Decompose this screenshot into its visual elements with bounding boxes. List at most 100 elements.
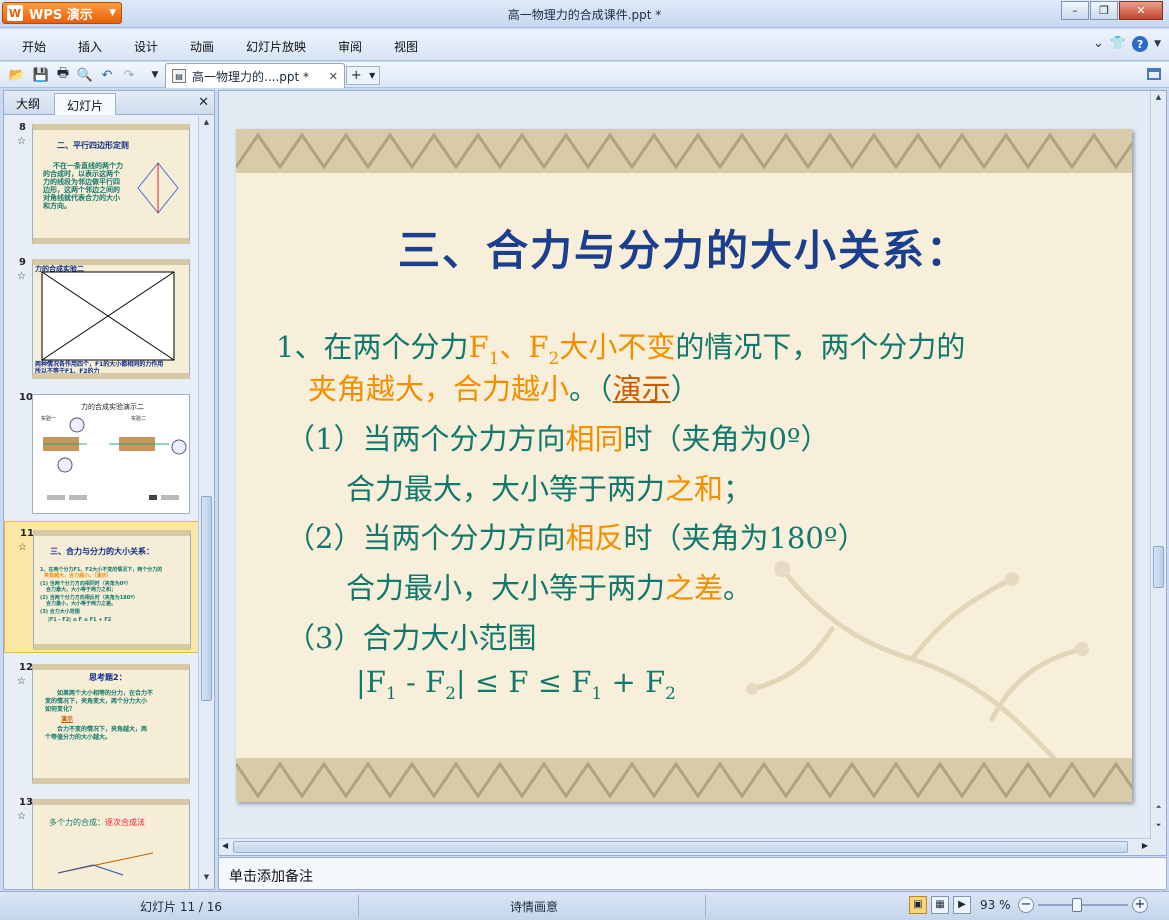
restore-button[interactable]: ❐ <box>1090 1 1118 20</box>
normal-view-icon[interactable]: ▣ <box>909 896 927 914</box>
slide-thumbnail-9[interactable]: 9 ☆ 力的合成实验二 两种情况各作用四个，F1的大小都相同的力作用 所以不等于… <box>4 251 199 383</box>
range-formula[interactable]: |F1 - F2| ≤ F ≤ F1 + F2 <box>356 665 676 704</box>
thumb-title: 二、平行四边形定则 <box>57 141 129 150</box>
scroll-left-icon[interactable]: ◀ <box>222 841 228 850</box>
demo-hyperlink[interactable]: 演示 <box>613 372 671 406</box>
thumb-link: 演示 <box>61 716 74 723</box>
help-icon[interactable]: ? <box>1132 36 1149 52</box>
title-bar: W WPS 演示 ▼ 高一物理力的合成课件.ppt * – ❐ ✕ <box>0 0 1169 28</box>
slide-editing-area: 三、合力与分力的大小关系： 1、在两个分力F1、F2大小不变的情况下，两个分力的… <box>218 90 1167 856</box>
chevron-down-icon[interactable]: ▼ <box>1154 39 1161 52</box>
thumb-title: 三、合力与分力的大小关系： <box>50 547 154 556</box>
case-1-line[interactable]: （1）当两个分力方向相同时（夹角为0º） <box>286 416 830 458</box>
thumb-text: 夹角越大，合力越小。（演示） <box>44 573 112 579</box>
menu-view[interactable]: 视图 <box>394 38 418 55</box>
next-slide-icon[interactable]: ⏷ <box>1151 821 1166 835</box>
menu-start[interactable]: 开始 <box>22 38 46 55</box>
slide-number: 9 <box>19 257 26 268</box>
notes-pane[interactable]: 单击添加备注 <box>218 857 1167 890</box>
slide-thumbnail-8[interactable]: 8 ☆ 二、平行四边形定则 不在一条直线的两个力 的合成时，以表示这两个 力的线… <box>4 116 199 248</box>
scroll-down-icon[interactable]: ▼ <box>199 873 214 887</box>
menu-design[interactable]: 设计 <box>134 38 158 55</box>
point-1-line-2[interactable]: 夹角越大，合力越小。（演示） <box>308 366 700 408</box>
scrollbar-thumb[interactable] <box>201 496 212 701</box>
thumb-text: |F1 - F2| ≤ F ≤ F1 + F2 <box>48 617 112 623</box>
skin-shirt-icon[interactable]: 👕 <box>1110 36 1126 52</box>
scrollbar-thumb[interactable] <box>233 841 1128 853</box>
close-button[interactable]: ✕ <box>1119 1 1163 20</box>
missing-image-placeholder <box>41 271 175 361</box>
undo-icon[interactable]: ↶ <box>98 66 116 84</box>
thumb-text: 力的线段为邻边做平行四 <box>43 178 120 186</box>
slide-thumbnail-10[interactable]: 10 力的合成实验演示二 实验一 实验二 <box>4 386 199 518</box>
previous-slide-icon[interactable]: ⏶ <box>1151 803 1166 817</box>
point-1-line-1[interactable]: 1、在两个分力F1、F2大小不变的情况下，两个分力的 <box>276 324 965 369</box>
menu-animation[interactable]: 动画 <box>190 38 214 55</box>
thumb-text: 和方向。 <box>43 202 71 210</box>
thumb-text: 不在一条直线的两个力 <box>53 162 123 170</box>
print-preview-icon[interactable]: 🔍 <box>76 66 94 84</box>
redo-icon[interactable]: ↷ <box>120 66 138 84</box>
tab-outline[interactable]: 大纲 <box>16 95 40 112</box>
zoom-level[interactable]: 93 % <box>980 898 1011 912</box>
thumb-text: 边形，这两个邻边之间的 <box>43 186 120 194</box>
print-icon[interactable]: 🖶 <box>54 66 72 84</box>
collapse-ribbon-icon[interactable]: ⌄ <box>1093 36 1104 52</box>
tab-slides[interactable]: 幻灯片 <box>54 93 117 115</box>
slide-thumbnail-11[interactable]: 11 ☆ 三、合力与分力的大小关系： 1、在两个分力F1、F2大小不变的情况下，… <box>4 521 199 653</box>
scroll-right-icon[interactable]: ▶ <box>1142 841 1148 850</box>
slide-thumbnail-13[interactable]: 13 ☆ 多个力的合成：逐次合成法 <box>4 791 199 889</box>
slide-title[interactable]: 三、合力与分力的大小关系： <box>236 217 1132 278</box>
open-folder-icon[interactable]: 📂 <box>8 66 26 84</box>
thumb-text: 合力最小，大小等于两力之差。 <box>46 601 117 607</box>
scroll-up-icon[interactable]: ▲ <box>199 118 214 132</box>
slide-horizontal-scrollbar[interactable]: ◀ ▶ <box>219 838 1151 855</box>
document-tab[interactable]: ▤ 高一物理力的....ppt * ✕ <box>165 63 345 88</box>
thumb-title: 多个力的合成：逐次合成法 <box>49 818 145 827</box>
status-bar: 幻灯片 11 / 16 诗情画意 ▣ ▦ ▶ 93 % − + <box>0 891 1169 920</box>
plus-icon: + <box>350 68 362 83</box>
vector-addition-diagram <box>57 852 154 876</box>
slide-number: 13 <box>19 797 33 808</box>
menu-bar: 开始 插入 设计 动画 幻灯片放映 审阅 视图 ⌄ 👕 ? ▼ <box>0 29 1169 61</box>
ppt-file-icon: ▤ <box>172 69 186 83</box>
slide-number: 11 <box>20 528 34 539</box>
slide-vertical-scrollbar[interactable]: ▲ ⏶ ⏷ <box>1150 91 1166 839</box>
chevron-down-icon: ▼ <box>369 71 376 80</box>
slideshow-view-icon[interactable]: ▶ <box>953 896 971 914</box>
save-icon[interactable]: 💾 <box>32 66 50 84</box>
zoom-slider-track[interactable] <box>1038 904 1128 906</box>
slide-number: 12 <box>19 662 33 673</box>
scrollbar-thumb[interactable] <box>1153 546 1164 588</box>
close-tab-icon[interactable]: ✕ <box>329 70 338 83</box>
close-panel-icon[interactable]: ✕ <box>198 95 209 110</box>
decorative-border-top <box>236 129 1132 173</box>
case-1-result[interactable]: 合力最大，大小等于两力之和； <box>346 466 752 508</box>
zoom-in-button[interactable]: + <box>1132 897 1148 913</box>
status-divider <box>358 895 359 917</box>
slide-sorter-view-icon[interactable]: ▦ <box>931 896 949 914</box>
case-2-line[interactable]: （2）当两个分力方向相反时（夹角为180º） <box>286 515 866 557</box>
thumb-text: 所以不等于F1、F2的力 <box>35 368 100 375</box>
new-tab-button[interactable]: + ▼ <box>346 66 380 85</box>
menu-slideshow[interactable]: 幻灯片放映 <box>246 38 306 55</box>
case-3-line[interactable]: （3）合力大小范围 <box>286 615 536 657</box>
window-title: 高一物理力的合成课件.ppt * <box>507 8 662 22</box>
status-divider <box>705 895 706 917</box>
decorative-border-bottom <box>236 758 1132 802</box>
zoom-out-button[interactable]: − <box>1018 897 1034 913</box>
slide-counter: 幻灯片 11 / 16 <box>140 900 223 914</box>
menu-insert[interactable]: 插入 <box>78 38 102 55</box>
minimize-button[interactable]: – <box>1061 1 1089 20</box>
slide-thumbnail-12[interactable]: 12 ☆ 思考题2： 如果两个大小相等的分力，在合力不 变的情况下，夹角变大，两… <box>4 656 199 788</box>
zoom-slider-thumb[interactable] <box>1072 898 1082 912</box>
customize-toolbar-icon[interactable]: ▼ <box>146 66 164 84</box>
slide-number: 8 <box>19 122 26 133</box>
scroll-up-icon[interactable]: ▲ <box>1151 93 1166 107</box>
case-2-result[interactable]: 合力最小，大小等于两力之差。 <box>346 565 752 607</box>
transition-star-icon: ☆ <box>17 271 26 282</box>
current-slide[interactable]: 三、合力与分力的大小关系： 1、在两个分力F1、F2大小不变的情况下，两个分力的… <box>236 129 1132 802</box>
window-layout-icon[interactable] <box>1147 68 1161 80</box>
menu-review[interactable]: 审阅 <box>338 38 362 55</box>
thumbnails-scrollbar[interactable]: ▲ ▼ <box>198 116 214 889</box>
